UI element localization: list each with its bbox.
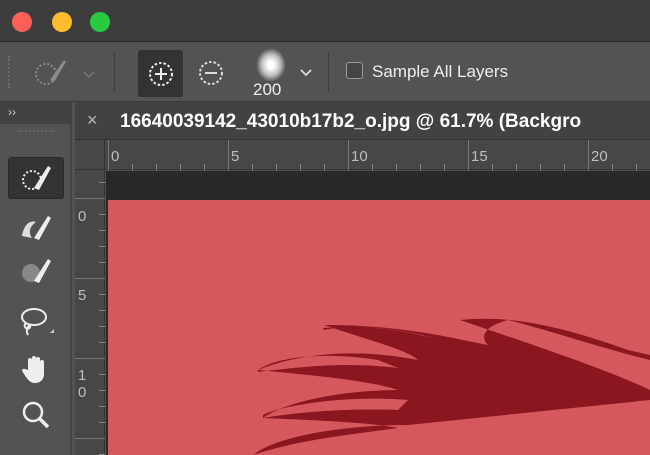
hand-icon	[21, 356, 44, 383]
refine-edge-brush-icon	[22, 216, 51, 240]
tools-panel: ››	[0, 102, 72, 455]
magnifier-icon	[22, 401, 50, 429]
options-bar: 200 Sample All Layers	[0, 42, 650, 102]
quick-selection-icon	[35, 60, 95, 85]
quick-selection-icon	[22, 166, 51, 190]
tool-preset-picker[interactable]	[30, 54, 105, 90]
ruler-label: 0	[78, 384, 87, 401]
refine-edge-brush-tool[interactable]	[8, 207, 64, 249]
panel-collapse-button[interactable]: ››	[0, 102, 72, 124]
minimize-window-button[interactable]	[52, 12, 72, 32]
sample-all-layers-checkbox[interactable]	[346, 62, 363, 79]
brush-circle-icon	[22, 259, 51, 283]
subtract-selection-icon	[199, 61, 223, 85]
document-tab[interactable]: × 16640039142_43010b17b2_o.jpg @ 61.7% (…	[75, 102, 650, 140]
grip-handle[interactable]	[8, 56, 14, 88]
sample-all-layers-label: Sample All Layers	[372, 62, 509, 81]
brush-preview-icon	[256, 48, 286, 82]
close-window-button[interactable]	[12, 12, 32, 32]
brush-tool[interactable]	[8, 250, 64, 292]
ruler-label: 10	[351, 148, 368, 165]
hand-tool[interactable]	[8, 347, 64, 389]
ruler-label: 20	[591, 148, 608, 165]
quick-selection-tool[interactable]	[8, 157, 64, 199]
ruler-label: 0	[78, 208, 87, 225]
close-document-button[interactable]: ×	[87, 110, 98, 131]
chevron-down-icon	[300, 69, 312, 77]
vertical-ruler[interactable]: 0 5 1 0	[75, 170, 105, 455]
panel-grip[interactable]	[18, 130, 54, 136]
horizontal-ruler[interactable]: 0 5 10 15 20	[105, 140, 650, 170]
brush-size-picker[interactable]: 200	[250, 46, 325, 100]
lasso-tool[interactable]	[8, 300, 64, 342]
add-to-selection-button[interactable]	[138, 50, 183, 97]
zoom-window-button[interactable]	[90, 12, 110, 32]
document-title: 16640039142_43010b17b2_o.jpg @ 61.7% (Ba…	[120, 111, 582, 132]
ruler-label: 0	[111, 148, 120, 165]
add-selection-icon	[148, 61, 173, 86]
title-bar	[0, 0, 650, 42]
zoom-tool[interactable]	[8, 394, 64, 436]
ruler-label: 5	[231, 148, 240, 165]
lasso-icon	[21, 308, 54, 336]
subtract-from-selection-button[interactable]	[193, 55, 229, 91]
ruler-origin[interactable]	[75, 140, 105, 170]
image-canvas[interactable]	[108, 200, 650, 455]
brush-size-value: 200	[253, 80, 282, 99]
ruler-label: 5	[78, 287, 87, 304]
ruler-label: 15	[471, 148, 488, 165]
ruler-label: 1	[78, 367, 87, 384]
